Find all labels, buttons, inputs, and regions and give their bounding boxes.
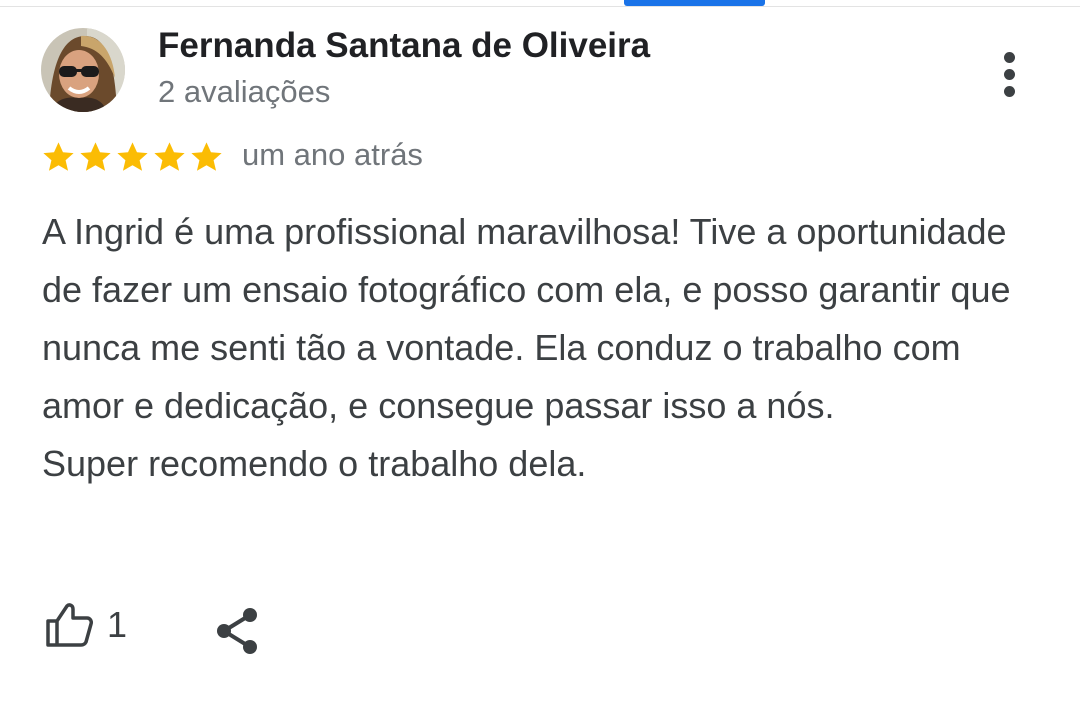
star-icon <box>117 141 148 171</box>
top-divider <box>0 0 1080 7</box>
thumb-up-icon <box>46 603 93 647</box>
review-paragraph: Super recomendo o trabalho dela. <box>42 443 587 484</box>
author-review-count[interactable]: 2 avaliações <box>158 74 330 110</box>
review-text: A Ingrid é uma profissional maravilhosa!… <box>42 203 1052 493</box>
star-icon <box>80 141 111 171</box>
star-icon <box>43 141 74 171</box>
more-vert-icon <box>1003 51 1015 63</box>
more-vert-icon-dot <box>1003 85 1015 97</box>
star-icon <box>154 141 185 171</box>
share-icon <box>217 608 257 654</box>
review-time: um ano atrás <box>242 137 423 172</box>
like-count: 1 <box>107 604 128 645</box>
review-paragraph: A Ingrid é uma profissional maravilhosa!… <box>42 211 1011 426</box>
active-tab-indicator <box>624 0 765 6</box>
star-rating <box>40 138 225 176</box>
more-vert-icon-dot <box>1003 68 1015 80</box>
like-button[interactable]: 1 <box>45 602 127 648</box>
share-button[interactable] <box>214 607 260 660</box>
star-icon <box>191 141 222 171</box>
avatar-photo <box>41 28 125 112</box>
more-options-button[interactable] <box>985 46 1033 102</box>
avatar[interactable] <box>41 28 125 112</box>
author-name[interactable]: Fernanda Santana de Oliveira <box>158 26 650 66</box>
